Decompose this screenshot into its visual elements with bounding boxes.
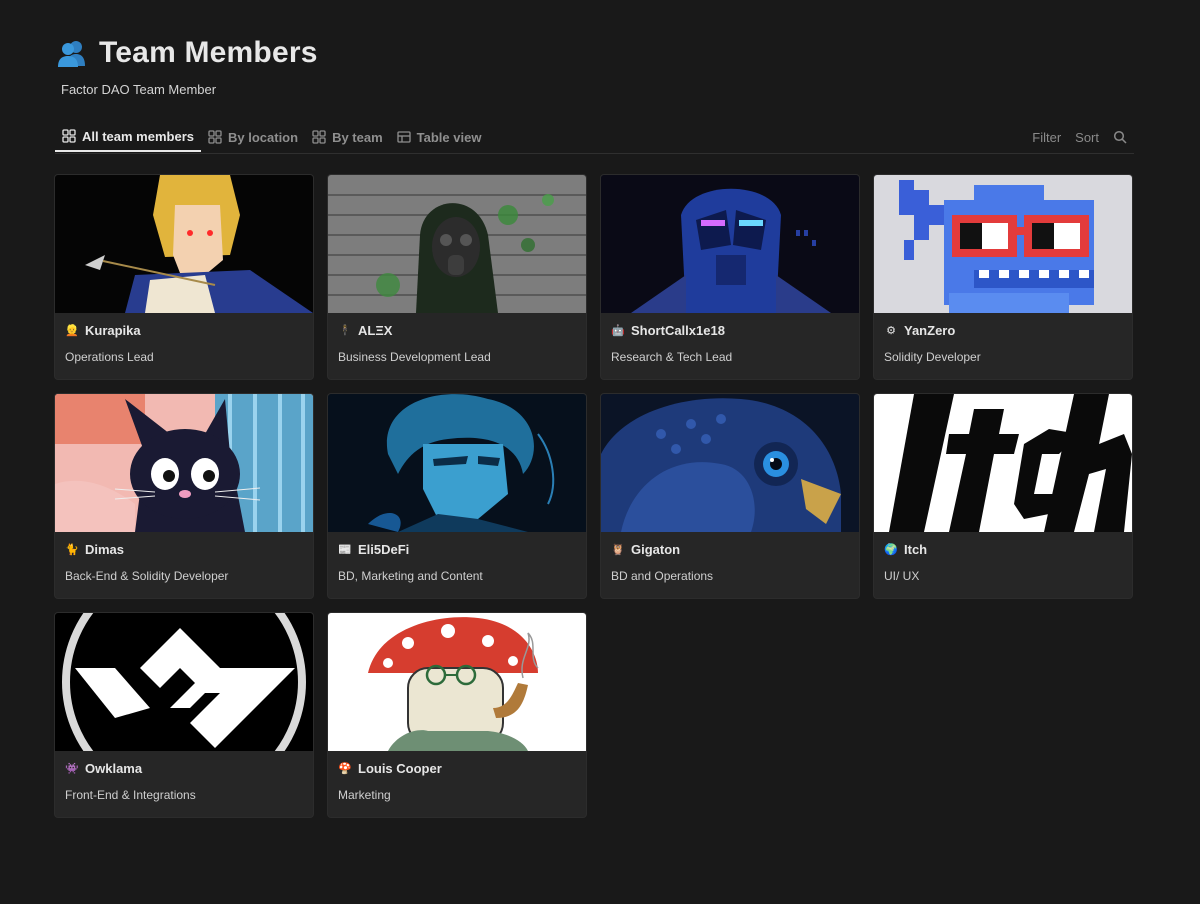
anime-character-cover	[55, 175, 313, 313]
member-emoji: ⚙	[886, 325, 896, 337]
member-card-gigaton[interactable]: 🦉 Gigaton BD and Operations	[601, 394, 859, 598]
pixel-fish-cover	[874, 175, 1132, 313]
member-name: Itch	[904, 542, 928, 557]
member-role: Solidity Developer	[884, 350, 981, 364]
mushroom-character-cover	[328, 613, 586, 751]
member-role: BD and Operations	[611, 569, 714, 583]
member-card-owklama[interactable]: 👾 Owklama Front-End & Integrations	[55, 613, 313, 817]
view-tabs: All team members By location By team Tab…	[55, 122, 1134, 154]
member-role: Research & Tech Lead	[611, 350, 733, 364]
member-emoji: 🕴	[338, 325, 352, 337]
tab-label: All team members	[82, 128, 194, 144]
itch-logo-cover	[874, 394, 1132, 532]
member-card-kurapika[interactable]: 👱 Kurapika Operations Lead	[55, 175, 313, 379]
member-name: Kurapika	[85, 323, 141, 338]
tab-label: Table view	[416, 129, 482, 145]
member-emoji: 🌍	[884, 544, 898, 556]
tab-all-team-members[interactable]: All team members	[55, 122, 201, 152]
member-emoji: 📰	[338, 544, 352, 556]
member-card-dimas[interactable]: 🐈 Dimas Back-End & Solidity Developer	[55, 394, 313, 598]
member-emoji: 🍄	[338, 763, 352, 775]
page-subtitle: Factor DAO Team Member	[61, 82, 217, 97]
member-emoji: 🐈	[65, 544, 79, 556]
page-title: Team Members	[99, 36, 318, 69]
search-button[interactable]	[1106, 122, 1134, 152]
member-role: UI/ UX	[884, 569, 920, 583]
member-name: YanZero	[904, 323, 956, 338]
anime-portrait-cover	[328, 394, 586, 532]
tab-label: By team	[332, 129, 383, 145]
member-emoji: 👱	[65, 325, 79, 337]
table-icon	[397, 131, 411, 143]
page-header: Team Members	[55, 36, 1134, 70]
member-name: ShortCallx1e18	[631, 323, 725, 338]
robot-cover	[601, 175, 859, 313]
page: Team Members Factor DAO Team Member All …	[55, 36, 1134, 817]
member-card-louis-cooper[interactable]: 🍄 Louis Cooper Marketing	[328, 613, 586, 817]
tab-label: By location	[228, 129, 299, 145]
tab-by-team[interactable]: By team	[305, 122, 390, 152]
member-card-itch[interactable]: 🌍 Itch UI/ UX	[874, 394, 1132, 598]
member-emoji: 👾	[65, 763, 79, 775]
member-role: BD, Marketing and Content	[338, 569, 483, 583]
team-members-icon	[55, 36, 89, 70]
member-role: Marketing	[338, 788, 391, 802]
member-emoji: 🦉	[611, 544, 625, 556]
member-card-yanzero[interactable]: ⚙ YanZero Solidity Developer	[874, 175, 1132, 379]
member-card-eli5defi[interactable]: 📰 Eli5DeFi BD, Marketing and Content	[328, 394, 586, 598]
filter-button[interactable]: Filter	[1025, 122, 1068, 152]
gas-mask-cover	[328, 175, 586, 313]
member-role: Operations Lead	[65, 350, 154, 364]
member-name: Dimas	[85, 542, 125, 557]
member-role: Back-End & Solidity Developer	[65, 569, 229, 583]
search-icon	[1113, 130, 1127, 144]
gallery-grid: 👱 Kurapika Operations Lead 🕴 ALΞX Busine…	[55, 175, 1132, 817]
gallery-icon	[312, 130, 326, 144]
member-role: Front-End & Integrations	[65, 788, 196, 802]
member-name: Gigaton	[631, 542, 681, 557]
member-name: Louis Cooper	[358, 761, 442, 776]
member-name: Owklama	[85, 761, 143, 776]
member-role: Business Development Lead	[338, 350, 491, 364]
gallery-icon	[62, 129, 76, 143]
member-name: ALΞX	[358, 323, 393, 338]
w-logo-cover	[55, 613, 313, 751]
black-cat-cover	[55, 394, 313, 532]
owl-cover	[601, 394, 859, 532]
member-card-alex[interactable]: 🕴 ALΞX Business Development Lead	[328, 175, 586, 379]
sort-button[interactable]: Sort	[1068, 122, 1106, 152]
member-name: Eli5DeFi	[358, 542, 410, 557]
tab-by-location[interactable]: By location	[201, 122, 305, 152]
tab-table-view[interactable]: Table view	[390, 122, 489, 152]
gallery-icon	[208, 130, 222, 144]
member-emoji: 🤖	[611, 325, 625, 337]
member-card-shortcallx1e18[interactable]: 🤖 ShortCallx1e18 Research & Tech Lead	[601, 175, 859, 379]
